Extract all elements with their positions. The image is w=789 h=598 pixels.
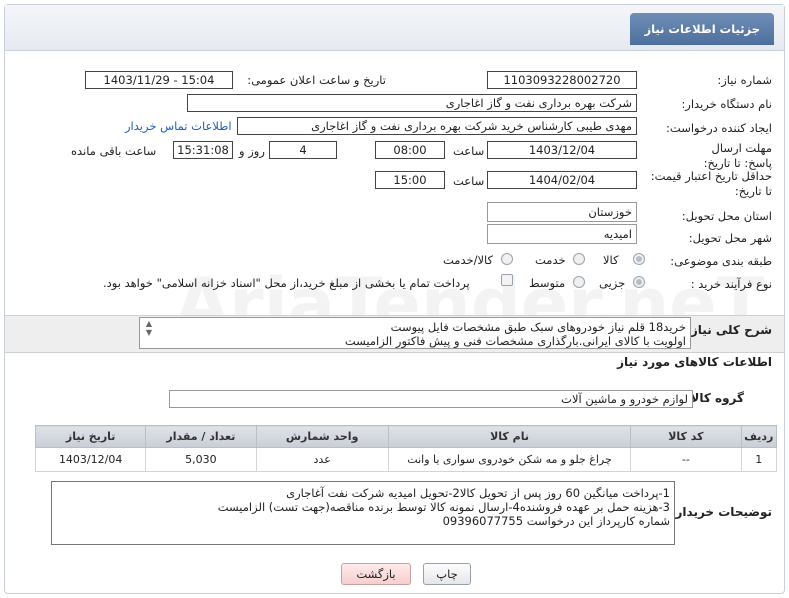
announce-datetime-field[interactable]: 1403/11/29 - 15:04 xyxy=(85,71,233,89)
deadline-time-label: ساعت xyxy=(453,144,485,158)
col-row: ردیف xyxy=(740,425,777,448)
category-radio-service[interactable] xyxy=(573,253,585,265)
buyer-notes-line-3: شماره کارپرداز این درخواست 09396077755 xyxy=(442,514,670,528)
validity-date-field[interactable]: 1404/02/04 xyxy=(487,171,637,189)
print-button[interactable]: چاپ xyxy=(423,563,471,585)
buyer-label: نام دستگاه خریدار: xyxy=(681,97,772,111)
row-quantity: 5,030 xyxy=(145,447,257,472)
goods-section-title: اطلاعات کالاهای مورد نیاز xyxy=(617,355,772,369)
city-label: شهر محل تحویل: xyxy=(688,231,772,245)
category-radio-goods-service[interactable] xyxy=(501,253,513,265)
buyer-field[interactable]: شرکت بهره برداری نفت و گاز اغاجاری xyxy=(187,94,637,112)
category-goods-service-label: کالا/خدمت xyxy=(443,253,494,267)
creator-field[interactable]: مهدی طیبی کارشناس خرید شرکت بهره برداری … xyxy=(237,117,637,135)
goods-group-label: گروه کالا: xyxy=(685,391,744,405)
province-label: استان محل تحویل: xyxy=(681,209,772,223)
col-name: نام کالا xyxy=(387,425,632,448)
category-label: طبقه بندی موضوعی: xyxy=(670,254,772,268)
treasury-payment-checkbox[interactable] xyxy=(501,274,513,286)
summary-line-1: خرید18 قلم نیاز خودروهای سبک طبق مشخصات … xyxy=(390,320,686,334)
process-minor-label: جزیی xyxy=(599,276,626,290)
row-unit: عدد xyxy=(255,447,389,472)
city-field[interactable]: امیدیه xyxy=(487,224,637,244)
category-radio-goods[interactable] xyxy=(633,253,645,265)
details-panel: جزئیات اطلاعات نیاز AriaTender.neT شماره… xyxy=(4,4,785,594)
need-number-field[interactable]: 1103093228002720 xyxy=(487,71,637,89)
tab-need-details[interactable]: جزئیات اطلاعات نیاز xyxy=(630,13,774,45)
items-table-header: ردیف کد کالا نام کالا واحد شمارش تعداد /… xyxy=(34,425,777,448)
back-button[interactable]: بازگشت xyxy=(341,563,411,585)
creator-label: ایجاد کننده درخواست: xyxy=(666,121,772,135)
province-field[interactable]: خوزستان xyxy=(487,202,637,222)
validity-time-field[interactable]: 15:00 xyxy=(375,171,445,189)
items-table: ردیف کد کالا نام کالا واحد شمارش تعداد /… xyxy=(34,425,777,472)
need-number-label: شماره نیاز: xyxy=(717,73,772,87)
summary-line-2: اولویت با کالای ایرانی.بارگذاری مشخصات ف… xyxy=(344,334,686,348)
deadline-date-field[interactable]: 1403/12/04 xyxy=(487,141,637,159)
remaining-label: ساعت باقی مانده xyxy=(71,144,157,158)
row-need-date: 1403/12/04 xyxy=(34,447,147,472)
buyer-notes-line-2: 3-هزینه حمل بر عهده فروشنده4-ارسال نمونه… xyxy=(217,500,670,514)
deadline-label: مهلت ارسال پاسخ: تا تاریخ: xyxy=(703,141,772,170)
table-row[interactable]: 1 -- چراغ جلو و مه شکن خودروی سواری یا و… xyxy=(34,447,777,472)
summary-label: شرح کلی نیاز: xyxy=(686,323,772,337)
announce-label: تاریخ و ساعت اعلان عمومی: xyxy=(247,73,386,87)
days-label: روز و xyxy=(239,144,265,158)
col-code: کد کالا xyxy=(630,425,742,448)
process-radio-medium[interactable] xyxy=(573,276,585,288)
price-validity-label: حداقل تاریخ اعتبار قیمت: تا تاریخ: xyxy=(650,169,772,198)
deadline-time-field[interactable]: 08:00 xyxy=(375,141,445,159)
col-unit: واحد شمارش xyxy=(255,425,389,448)
buyer-contact-link[interactable]: اطلاعات تماس خریدار xyxy=(125,119,232,133)
goods-group-field[interactable]: لوازم خودرو و ماشین آلات xyxy=(169,390,693,408)
buyer-notes-line-1: 1-پرداخت میانگین 60 روز پس از تحویل کالا… xyxy=(286,486,670,500)
treasury-payment-note: پرداخت تمام یا بخشی از مبلغ خرید،از محل … xyxy=(103,276,470,290)
buyer-notes-box[interactable]: 1-پرداخت میانگین 60 روز پس از تحویل کالا… xyxy=(51,481,675,545)
remaining-time-field[interactable]: 15:31:08 xyxy=(173,141,233,159)
summary-scroll-arrows[interactable]: ▲ ▼ xyxy=(143,319,155,337)
buyer-notes-label: توضیحات خریدار: xyxy=(670,505,772,519)
process-label: نوع فرآیند خرید : xyxy=(690,277,772,291)
row-code: -- xyxy=(630,447,742,472)
col-need-date: تاریخ نیاز xyxy=(34,425,147,448)
row-number: 1 xyxy=(740,447,777,472)
col-quantity: تعداد / مقدار xyxy=(145,425,257,448)
summary-textarea[interactable]: خرید18 قلم نیاز خودروهای سبک طبق مشخصات … xyxy=(139,317,691,349)
days-remaining-field[interactable]: 4 xyxy=(269,141,337,159)
process-radio-minor[interactable] xyxy=(633,276,645,288)
process-medium-label: متوسط xyxy=(529,276,566,290)
category-goods-label: کالا xyxy=(603,253,619,267)
tab-bar: جزئیات اطلاعات نیاز xyxy=(5,5,784,51)
validity-time-label: ساعت xyxy=(453,174,485,188)
row-name: چراغ جلو و مه شکن خودروی سواری یا وانت xyxy=(387,447,632,472)
category-service-label: خدمت xyxy=(535,253,566,267)
